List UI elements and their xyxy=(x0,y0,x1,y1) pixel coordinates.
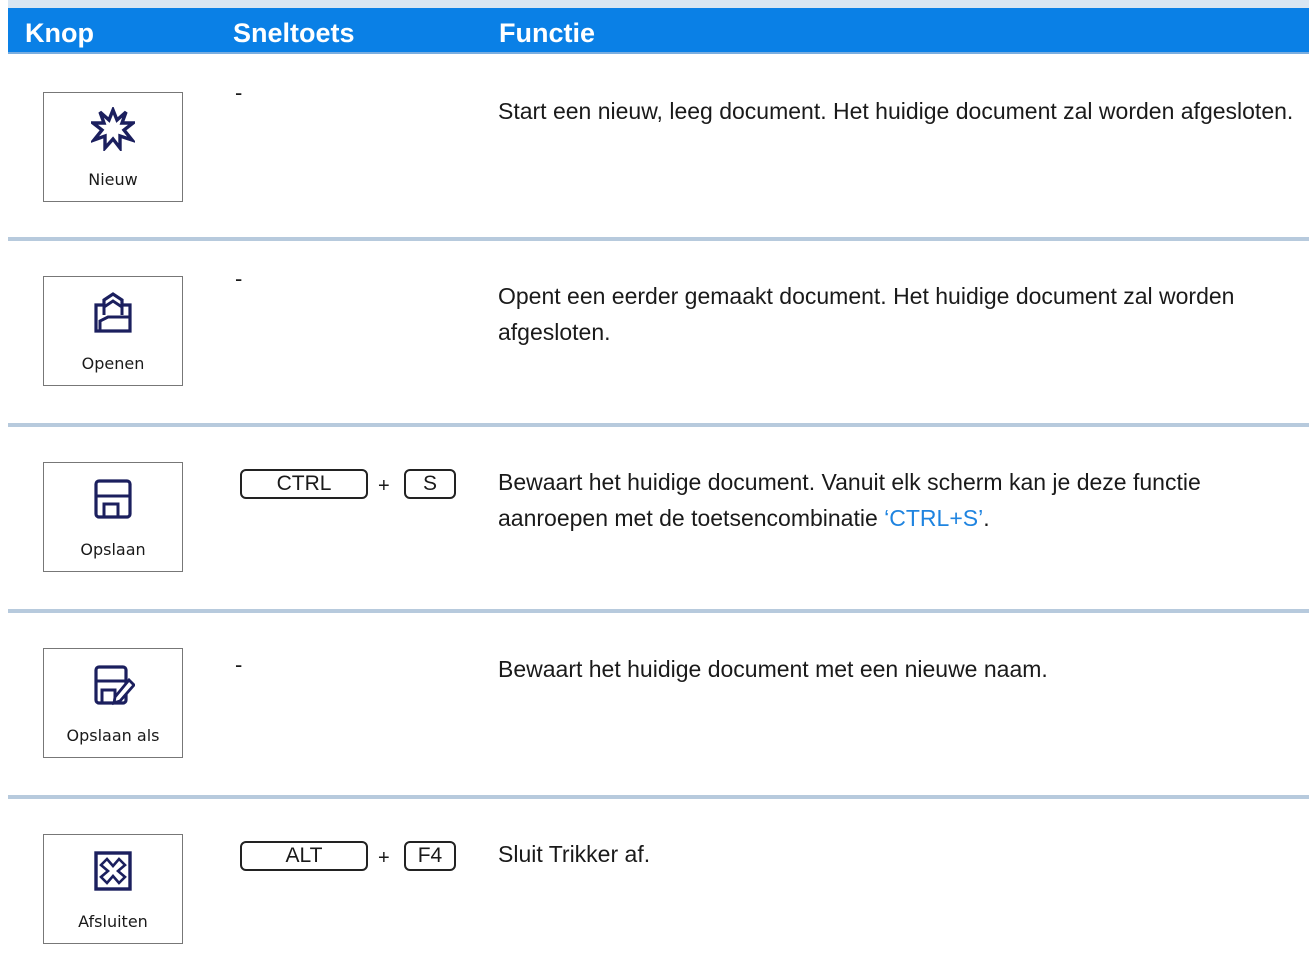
function-table: Knop Sneltoets Functie Nieuw - Start een… xyxy=(0,0,1309,977)
description-text: Bewaart het huidige document. Vanuit elk… xyxy=(498,469,1201,531)
opslaan-als-button-label: Opslaan als xyxy=(66,726,160,745)
key-s: S xyxy=(404,469,456,499)
floppy-disk-pencil-icon xyxy=(94,665,135,706)
function-description: Bewaart het huidige document met een nie… xyxy=(498,656,1048,682)
header-sneltoets: Sneltoets xyxy=(233,18,355,48)
shortcut-none: - xyxy=(235,266,243,291)
opslaan-button-label: Opslaan xyxy=(80,540,146,559)
afsluiten-button[interactable]: Afsluiten xyxy=(43,834,183,944)
shortcut-none: - xyxy=(235,80,243,105)
description-end: . xyxy=(983,505,990,531)
header-knop: Knop xyxy=(25,18,94,48)
star-burst-icon xyxy=(91,107,135,151)
table-row-nieuw: Nieuw - Start een nieuw, leeg document. … xyxy=(8,55,1309,241)
table-row-openen: Openen - Opent een eerder gemaakt docume… xyxy=(8,241,1309,427)
function-description: Opent een eerder gemaakt document. Het h… xyxy=(498,283,1235,345)
table-row-afsluiten: Afsluiten ALT + F4 Sluit Trikker af. xyxy=(8,799,1309,977)
plus-sign: + xyxy=(378,847,390,869)
table-row-opslaan-als: Opslaan als - Bewaart het huidige docume… xyxy=(8,613,1309,799)
close-box-icon xyxy=(94,851,132,891)
plus-sign: + xyxy=(378,475,390,497)
openen-button-label: Openen xyxy=(81,354,145,373)
afsluiten-button-label: Afsluiten xyxy=(78,912,148,931)
key-alt: ALT xyxy=(240,841,368,871)
shortcut-reference: ‘CTRL+S’ xyxy=(884,505,984,531)
shortcut-none: - xyxy=(235,652,243,677)
folder-open-icon xyxy=(94,292,132,333)
opslaan-als-button[interactable]: Opslaan als xyxy=(43,648,183,758)
table-row-opslaan: Opslaan CTRL + S Bewaart het huidige doc… xyxy=(8,427,1309,613)
nieuw-button[interactable]: Nieuw xyxy=(43,92,183,202)
opslaan-button[interactable]: Opslaan xyxy=(43,462,183,572)
table-header: Knop Sneltoets Functie xyxy=(8,0,1309,54)
header-functie: Functie xyxy=(499,18,596,48)
key-ctrl: CTRL xyxy=(240,469,368,499)
function-description: Sluit Trikker af. xyxy=(498,841,651,867)
floppy-disk-icon xyxy=(94,479,132,519)
function-description: Start een nieuw, leeg document. Het huid… xyxy=(498,98,1294,124)
nieuw-button-label: Nieuw xyxy=(88,170,138,189)
key-f4: F4 xyxy=(404,841,456,871)
openen-button[interactable]: Openen xyxy=(43,276,183,386)
function-description: Bewaart het huidige document. Vanuit elk… xyxy=(498,464,1308,536)
